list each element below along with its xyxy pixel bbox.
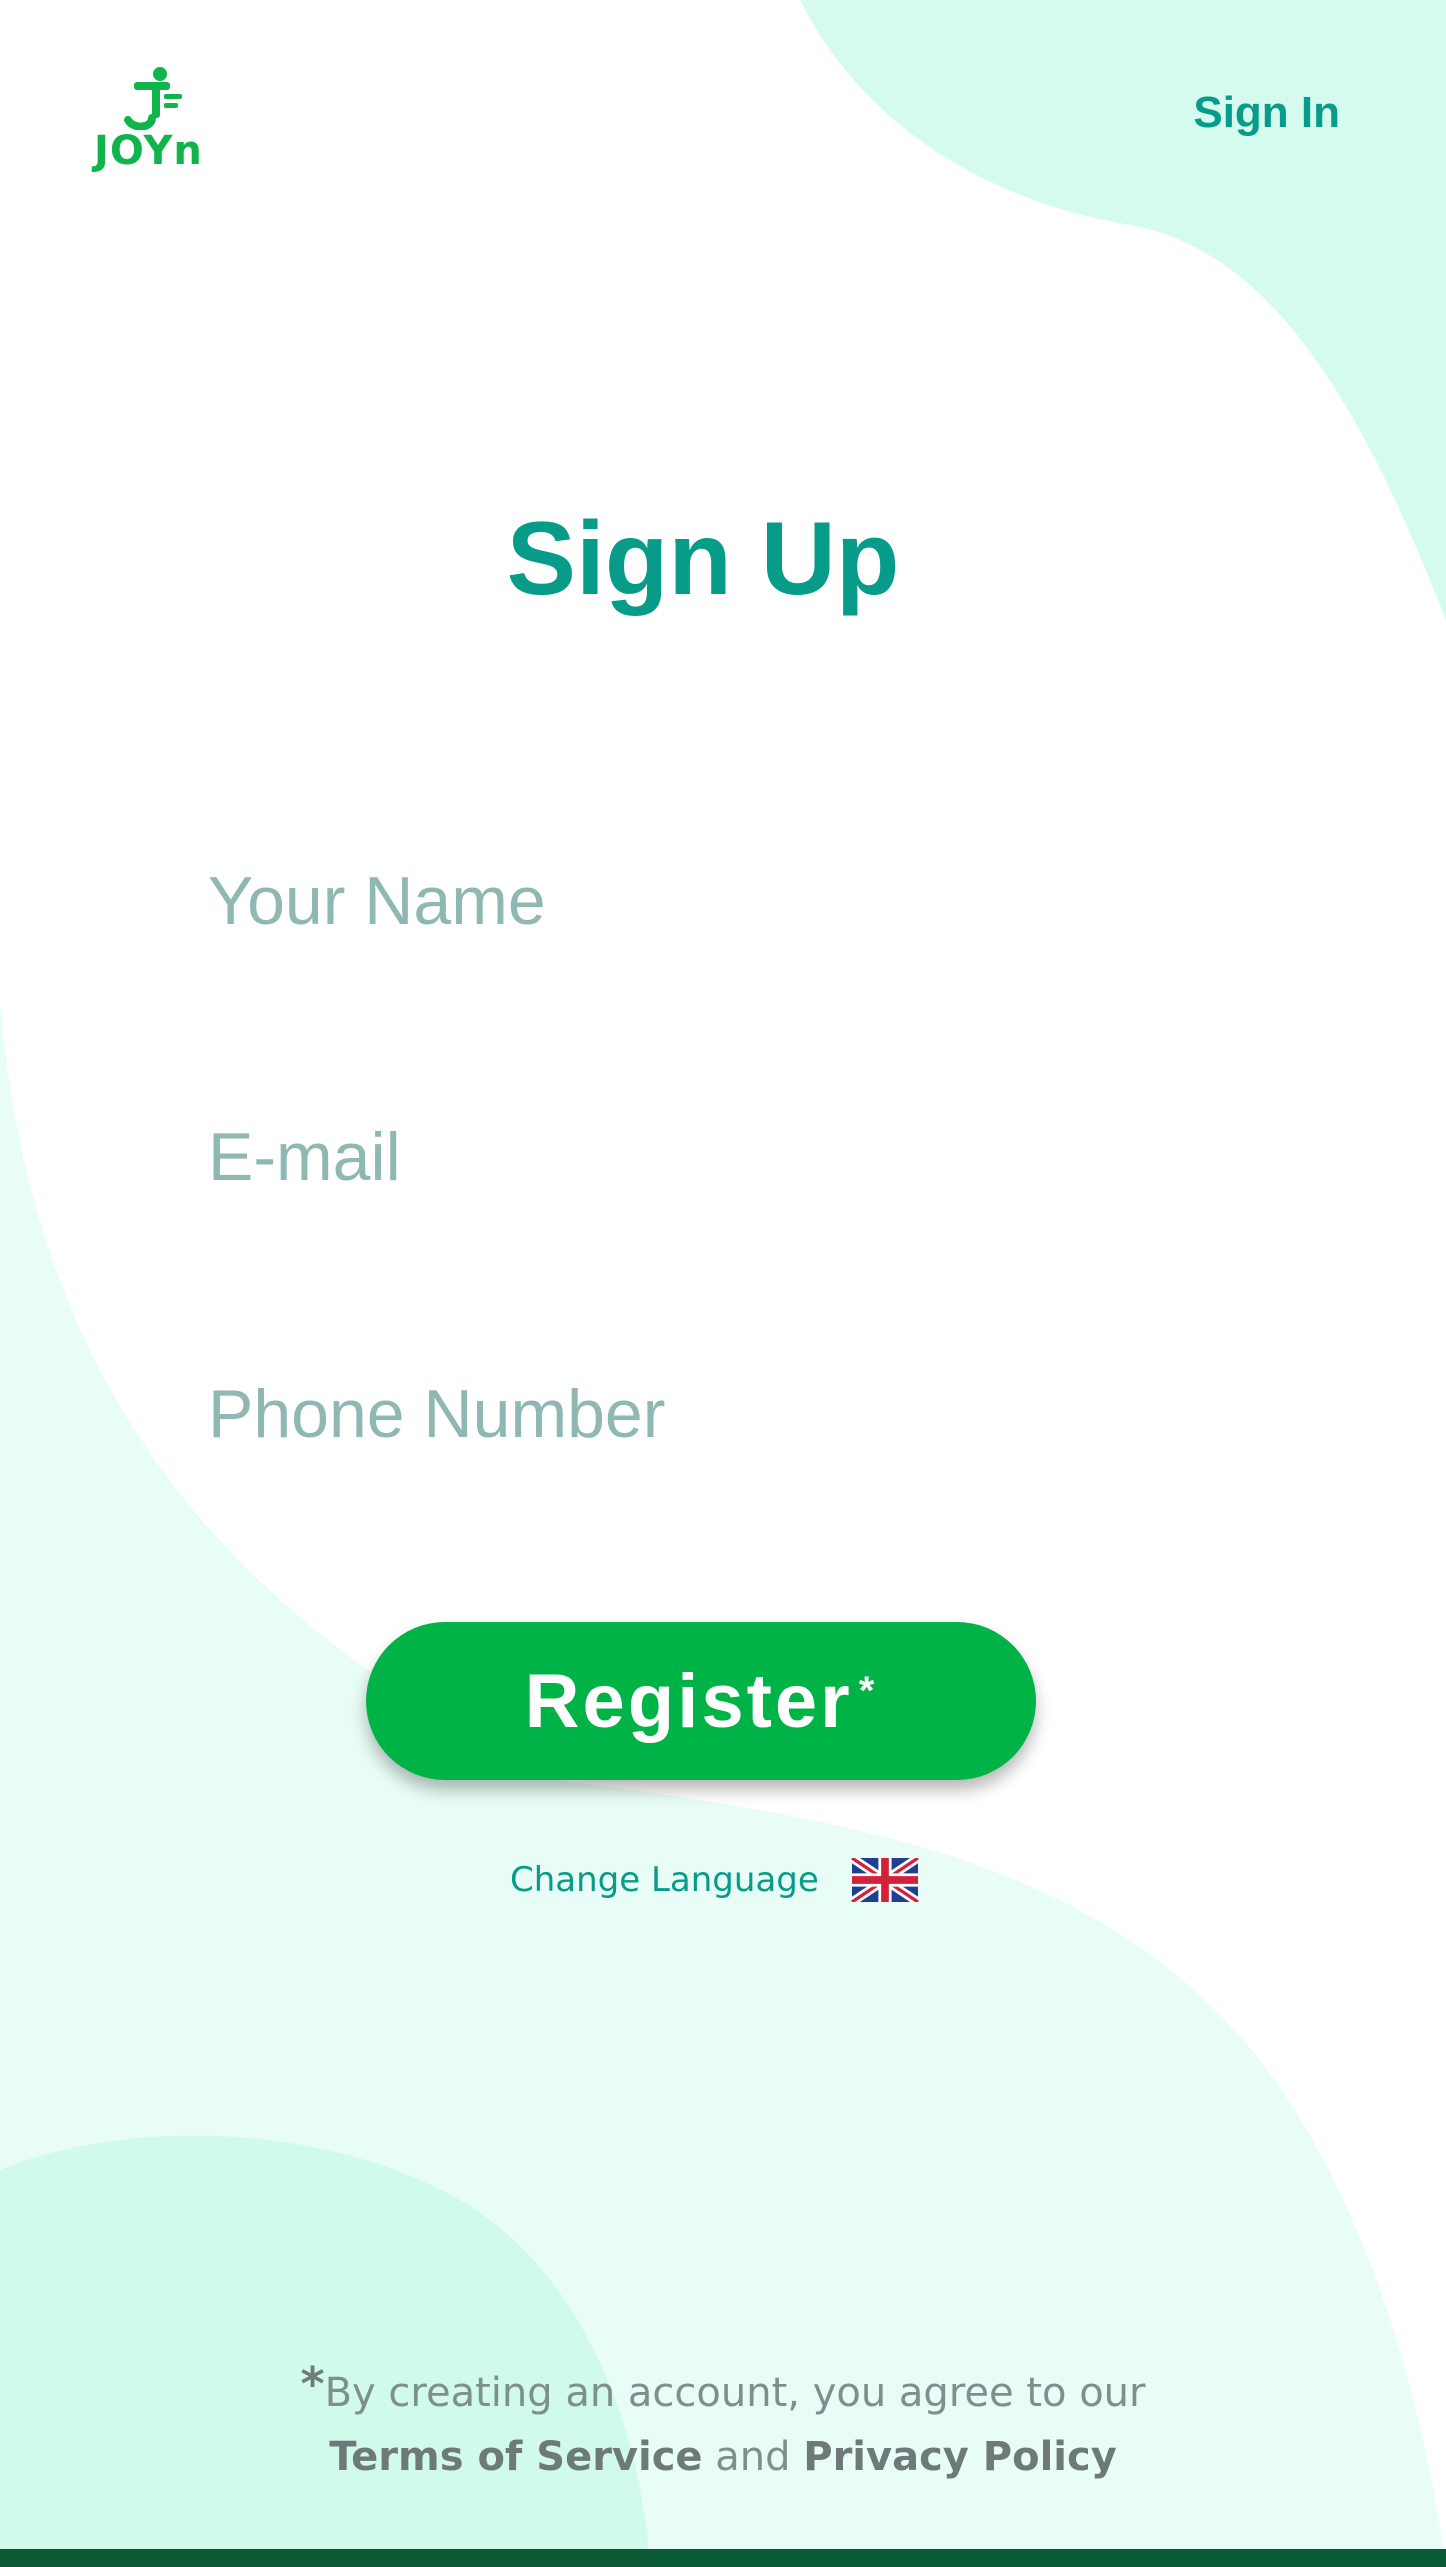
bottom-bar <box>0 2549 1446 2567</box>
name-input[interactable] <box>208 846 1238 956</box>
joyn-logo[interactable]: JOYn <box>94 66 224 176</box>
name-field[interactable] <box>208 846 1238 956</box>
register-label: Register <box>524 1658 853 1744</box>
email-input[interactable] <box>208 1102 1238 1212</box>
email-field[interactable] <box>208 1102 1238 1212</box>
phone-field[interactable] <box>208 1359 1238 1469</box>
change-language-control[interactable]: Change Language <box>510 1858 919 1902</box>
legal-asterisk: * <box>300 2357 325 2411</box>
phone-input[interactable] <box>208 1359 1238 1469</box>
legal-notice: *By creating an account, you agree to ou… <box>0 2352 1446 2489</box>
change-language-label: Change Language <box>510 1860 819 1900</box>
legal-line-2: Terms of Service and Privacy Policy <box>0 2425 1446 2489</box>
page-title: Sign Up <box>506 501 900 617</box>
agreement-text: By creating an account, you agree to our <box>324 2370 1146 2416</box>
joyn-runner-icon <box>124 67 182 130</box>
and-text: and <box>715 2434 791 2480</box>
register-asterisk: * <box>858 1668 878 1713</box>
sign-in-link[interactable]: Sign In <box>1193 88 1340 138</box>
legal-line-1: *By creating an account, you agree to ou… <box>0 2352 1446 2425</box>
sign-up-screen: JOYn Sign In Sign Up Register* Change La… <box>0 0 1446 2567</box>
uk-flag-icon[interactable] <box>850 1858 919 1902</box>
background-blobs <box>0 0 1446 2567</box>
terms-of-service-link[interactable]: Terms of Service <box>329 2434 702 2480</box>
register-button[interactable]: Register * <box>366 1622 1036 1780</box>
logo-wordmark: JOYn <box>94 128 203 174</box>
privacy-policy-link[interactable]: Privacy Policy <box>803 2434 1117 2480</box>
